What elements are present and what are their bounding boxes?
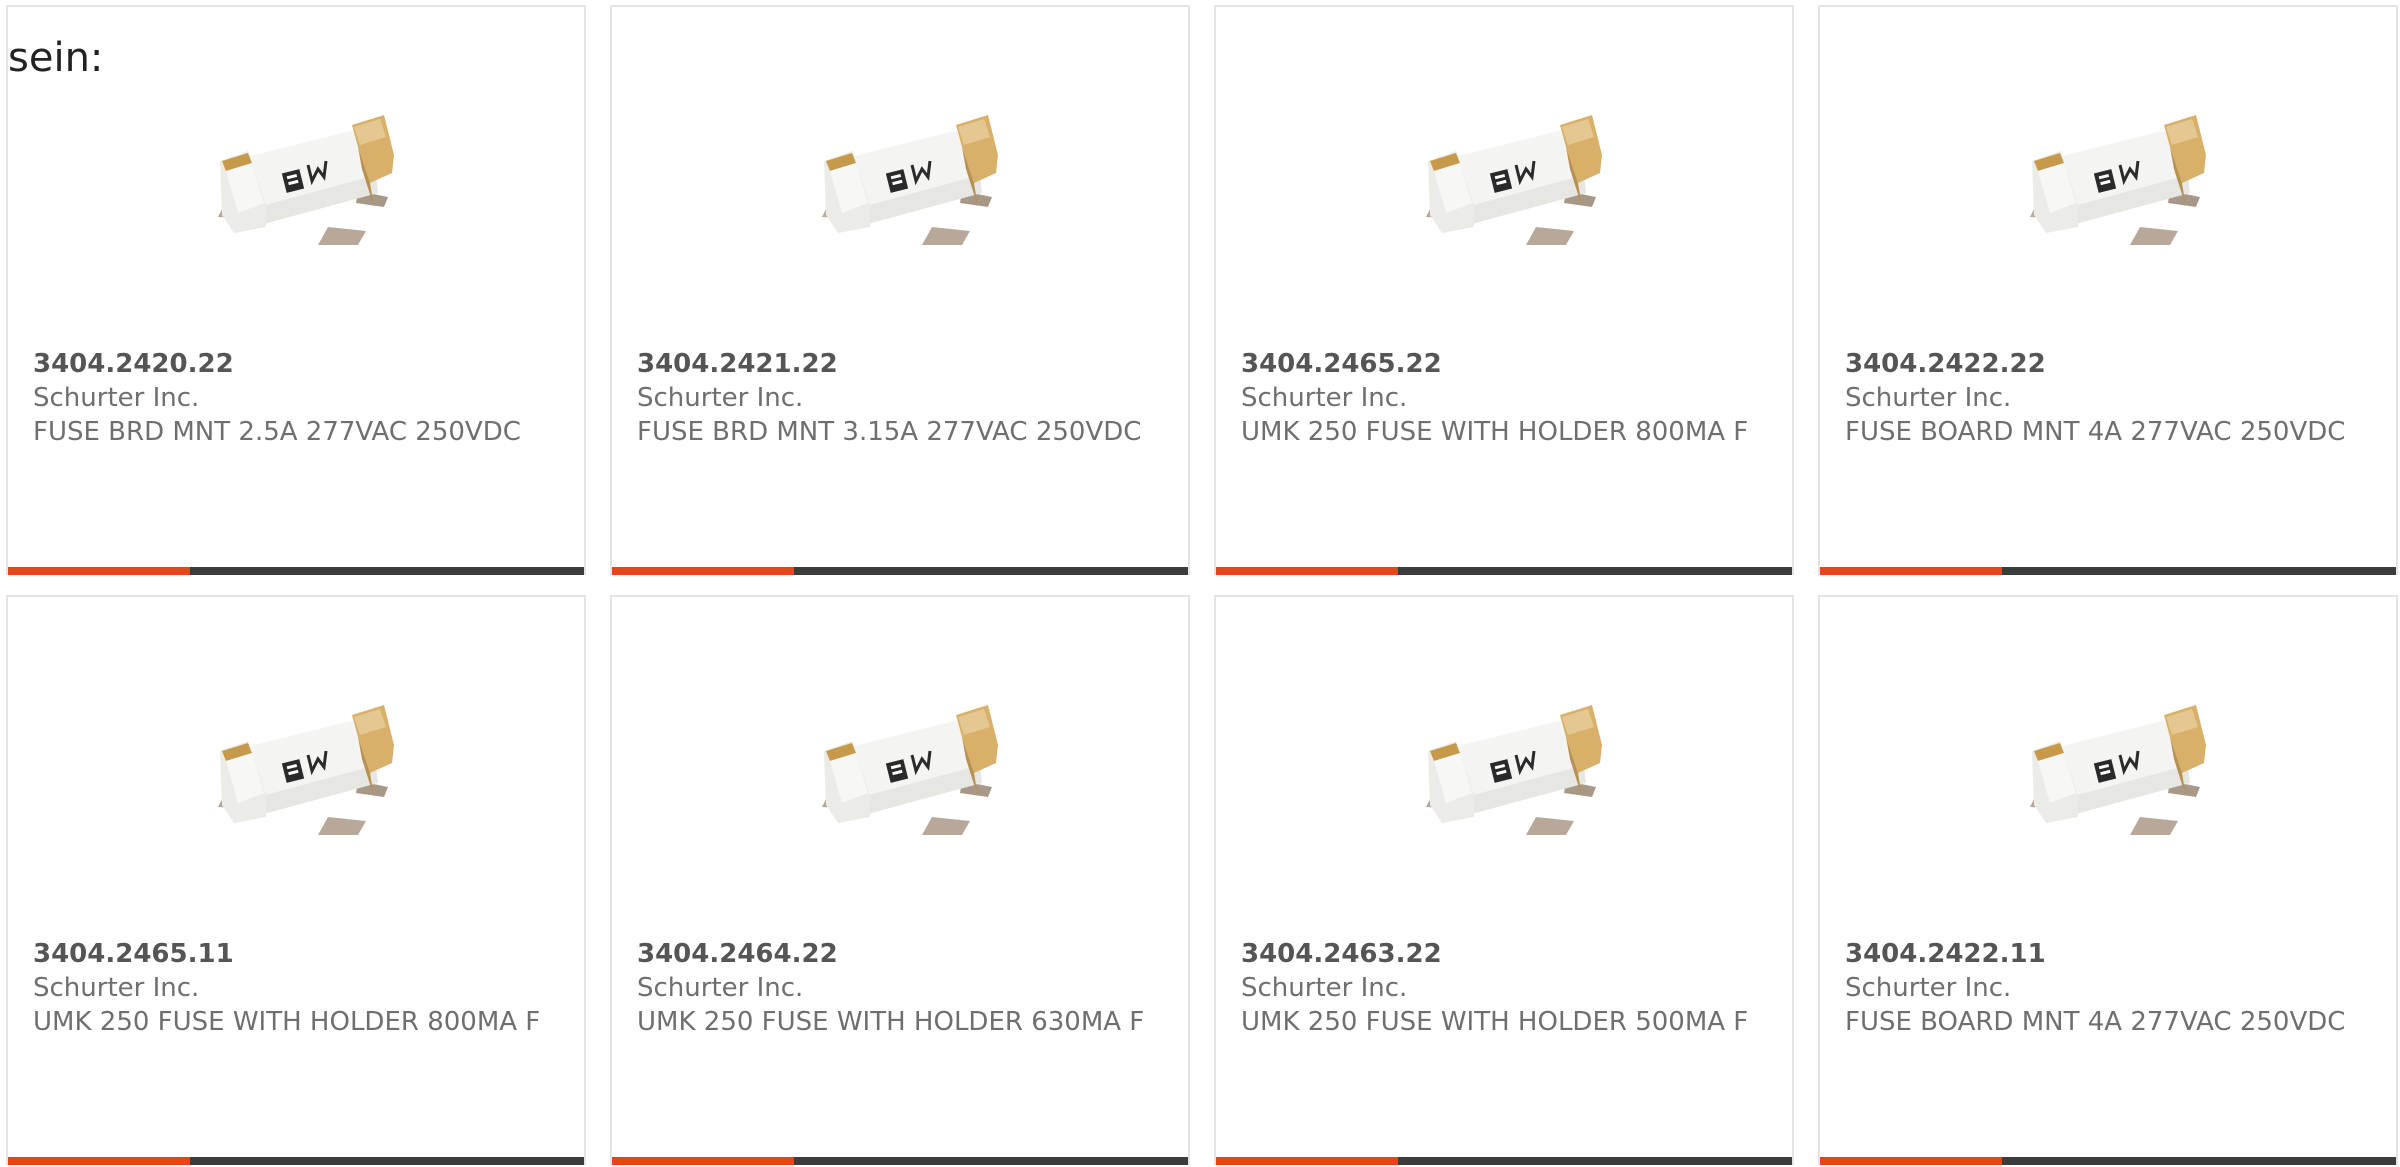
smd-fuse-image[interactable] [208,107,398,257]
product-card-2[interactable]: 3404.2421.22 Schurter Inc. FUSE BRD MNT … [610,5,1190,575]
smd-fuse-image[interactable] [2020,697,2210,847]
smd-fuse-image[interactable] [2020,107,2210,257]
card-accent-bar [612,1157,794,1165]
manufacturer: Schurter Inc. [33,383,200,413]
card-accent-bar [1216,567,1398,575]
product-card-7[interactable]: 3404.2463.22 Schurter Inc. UMK 250 FUSE … [1214,595,1794,1165]
part-number[interactable]: 3404.2420.22 [33,347,564,381]
product-card-5[interactable]: 3404.2465.11 Schurter Inc. UMK 250 FUSE … [6,595,586,1165]
product-card-3[interactable]: 3404.2465.22 Schurter Inc. UMK 250 FUSE … [1214,5,1794,575]
card-accent-bar [8,1157,190,1165]
card-bottom-bar [612,1157,1188,1165]
part-number[interactable]: 3404.2422.22 [1845,347,2376,381]
product-info: 3404.2422.11 Schurter Inc. FUSE BOARD MN… [1845,937,2376,1039]
manufacturer: Schurter Inc. [1845,383,2012,413]
part-number[interactable]: 3404.2464.22 [637,937,1168,971]
product-card-1[interactable]: 3404.2420.22 Schurter Inc. FUSE BRD MNT … [6,5,586,575]
smd-fuse-image[interactable] [208,697,398,847]
product-info: 3404.2465.22 Schurter Inc. UMK 250 FUSE … [1241,347,1772,449]
smd-fuse-image[interactable] [812,107,1002,257]
product-grid-page: sein: 3404.2420.22 Schurter Inc. FUSE BR… [0,0,2400,1167]
card-accent-bar [612,567,794,575]
product-description: UMK 250 FUSE WITH HOLDER 800MA F [1241,417,1749,447]
card-bottom-bar [1216,1157,1792,1165]
product-description: FUSE BRD MNT 2.5A 277VAC 250VDC [33,417,521,447]
card-bottom-bar [1216,567,1792,575]
product-info: 3404.2463.22 Schurter Inc. UMK 250 FUSE … [1241,937,1772,1039]
product-description: UMK 250 FUSE WITH HOLDER 630MA F [637,1007,1145,1037]
part-number[interactable]: 3404.2463.22 [1241,937,1772,971]
manufacturer: Schurter Inc. [1845,973,2012,1003]
card-bottom-bar [8,567,584,575]
manufacturer: Schurter Inc. [33,973,200,1003]
product-description: UMK 250 FUSE WITH HOLDER 800MA F [33,1007,541,1037]
part-number[interactable]: 3404.2465.11 [33,937,564,971]
product-card-4[interactable]: 3404.2422.22 Schurter Inc. FUSE BOARD MN… [1818,5,2398,575]
manufacturer: Schurter Inc. [1241,973,1408,1003]
manufacturer: Schurter Inc. [637,383,804,413]
product-description: FUSE BRD MNT 3.15A 277VAC 250VDC [637,417,1142,447]
manufacturer: Schurter Inc. [637,973,804,1003]
product-card-8[interactable]: 3404.2422.11 Schurter Inc. FUSE BOARD MN… [1818,595,2398,1165]
smd-fuse-image[interactable] [1416,697,1606,847]
product-info: 3404.2422.22 Schurter Inc. FUSE BOARD MN… [1845,347,2376,449]
product-info: 3404.2465.11 Schurter Inc. UMK 250 FUSE … [33,937,564,1039]
card-bottom-bar [612,567,1188,575]
smd-fuse-image[interactable] [812,697,1002,847]
part-number[interactable]: 3404.2422.11 [1845,937,2376,971]
product-grid: 3404.2420.22 Schurter Inc. FUSE BRD MNT … [6,5,2400,1165]
part-number[interactable]: 3404.2421.22 [637,347,1168,381]
card-accent-bar [1820,1157,2002,1165]
card-bottom-bar [1820,567,2396,575]
card-bottom-bar [1820,1157,2396,1165]
product-description: FUSE BOARD MNT 4A 277VAC 250VDC [1845,1007,2346,1037]
product-info: 3404.2464.22 Schurter Inc. UMK 250 FUSE … [637,937,1168,1039]
product-card-6[interactable]: 3404.2464.22 Schurter Inc. UMK 250 FUSE … [610,595,1190,1165]
card-bottom-bar [8,1157,584,1165]
card-accent-bar [8,567,190,575]
smd-fuse-image[interactable] [1416,107,1606,257]
part-number[interactable]: 3404.2465.22 [1241,347,1772,381]
product-description: FUSE BOARD MNT 4A 277VAC 250VDC [1845,417,2346,447]
card-accent-bar [1820,567,2002,575]
manufacturer: Schurter Inc. [1241,383,1408,413]
product-info: 3404.2420.22 Schurter Inc. FUSE BRD MNT … [33,347,564,449]
product-info: 3404.2421.22 Schurter Inc. FUSE BRD MNT … [637,347,1168,449]
card-accent-bar [1216,1157,1398,1165]
product-description: UMK 250 FUSE WITH HOLDER 500MA F [1241,1007,1749,1037]
intro-text: sein: [8,35,104,81]
